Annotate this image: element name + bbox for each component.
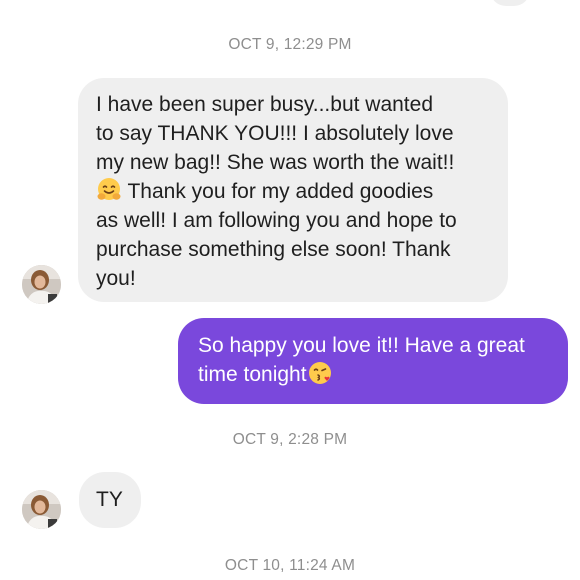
message-line: time tonight bbox=[198, 363, 307, 386]
message-line: purchase something else soon! Thank bbox=[96, 238, 451, 261]
avatar-photo-icon bbox=[22, 265, 61, 304]
avatar-photo-icon bbox=[22, 490, 61, 529]
message-line: So happy you love it!! Have a great bbox=[198, 334, 525, 357]
message-timestamp: OCT 9, 12:29 PM bbox=[228, 36, 352, 53]
message-line-with-emoji: Thank you for my added goodies bbox=[96, 177, 492, 206]
message-timestamp: OCT 9, 2:28 PM bbox=[232, 431, 348, 448]
message-line: to say THANK YOU!!! I absolutely love bbox=[96, 122, 454, 145]
outgoing-message-bubble[interactable]: So happy you love it!! Have a great time… bbox=[178, 318, 568, 404]
previous-message-bubble-edge bbox=[490, 0, 530, 6]
incoming-message-bubble[interactable]: I have been super busy...but wanted to s… bbox=[78, 78, 508, 302]
incoming-message-bubble[interactable]: TY bbox=[79, 472, 141, 528]
message-line: I have been super busy...but wanted bbox=[96, 93, 434, 116]
message-line: my new bag!! She was worth the wait!! bbox=[96, 151, 455, 174]
message-line-with-emoji: time tonight bbox=[198, 360, 552, 389]
hugging-face-emoji-icon bbox=[96, 177, 122, 203]
message-timestamp: OCT 10, 11:24 AM bbox=[224, 557, 356, 574]
message-line: Thank you for my added goodies bbox=[122, 180, 434, 203]
face-blowing-kiss-emoji-icon bbox=[307, 360, 333, 386]
sender-avatar[interactable] bbox=[22, 265, 61, 304]
message-text: TY bbox=[96, 488, 123, 511]
message-line: as well! I am following you and hope to bbox=[96, 209, 457, 232]
sender-avatar[interactable] bbox=[22, 490, 61, 529]
message-line: you! bbox=[96, 267, 136, 290]
